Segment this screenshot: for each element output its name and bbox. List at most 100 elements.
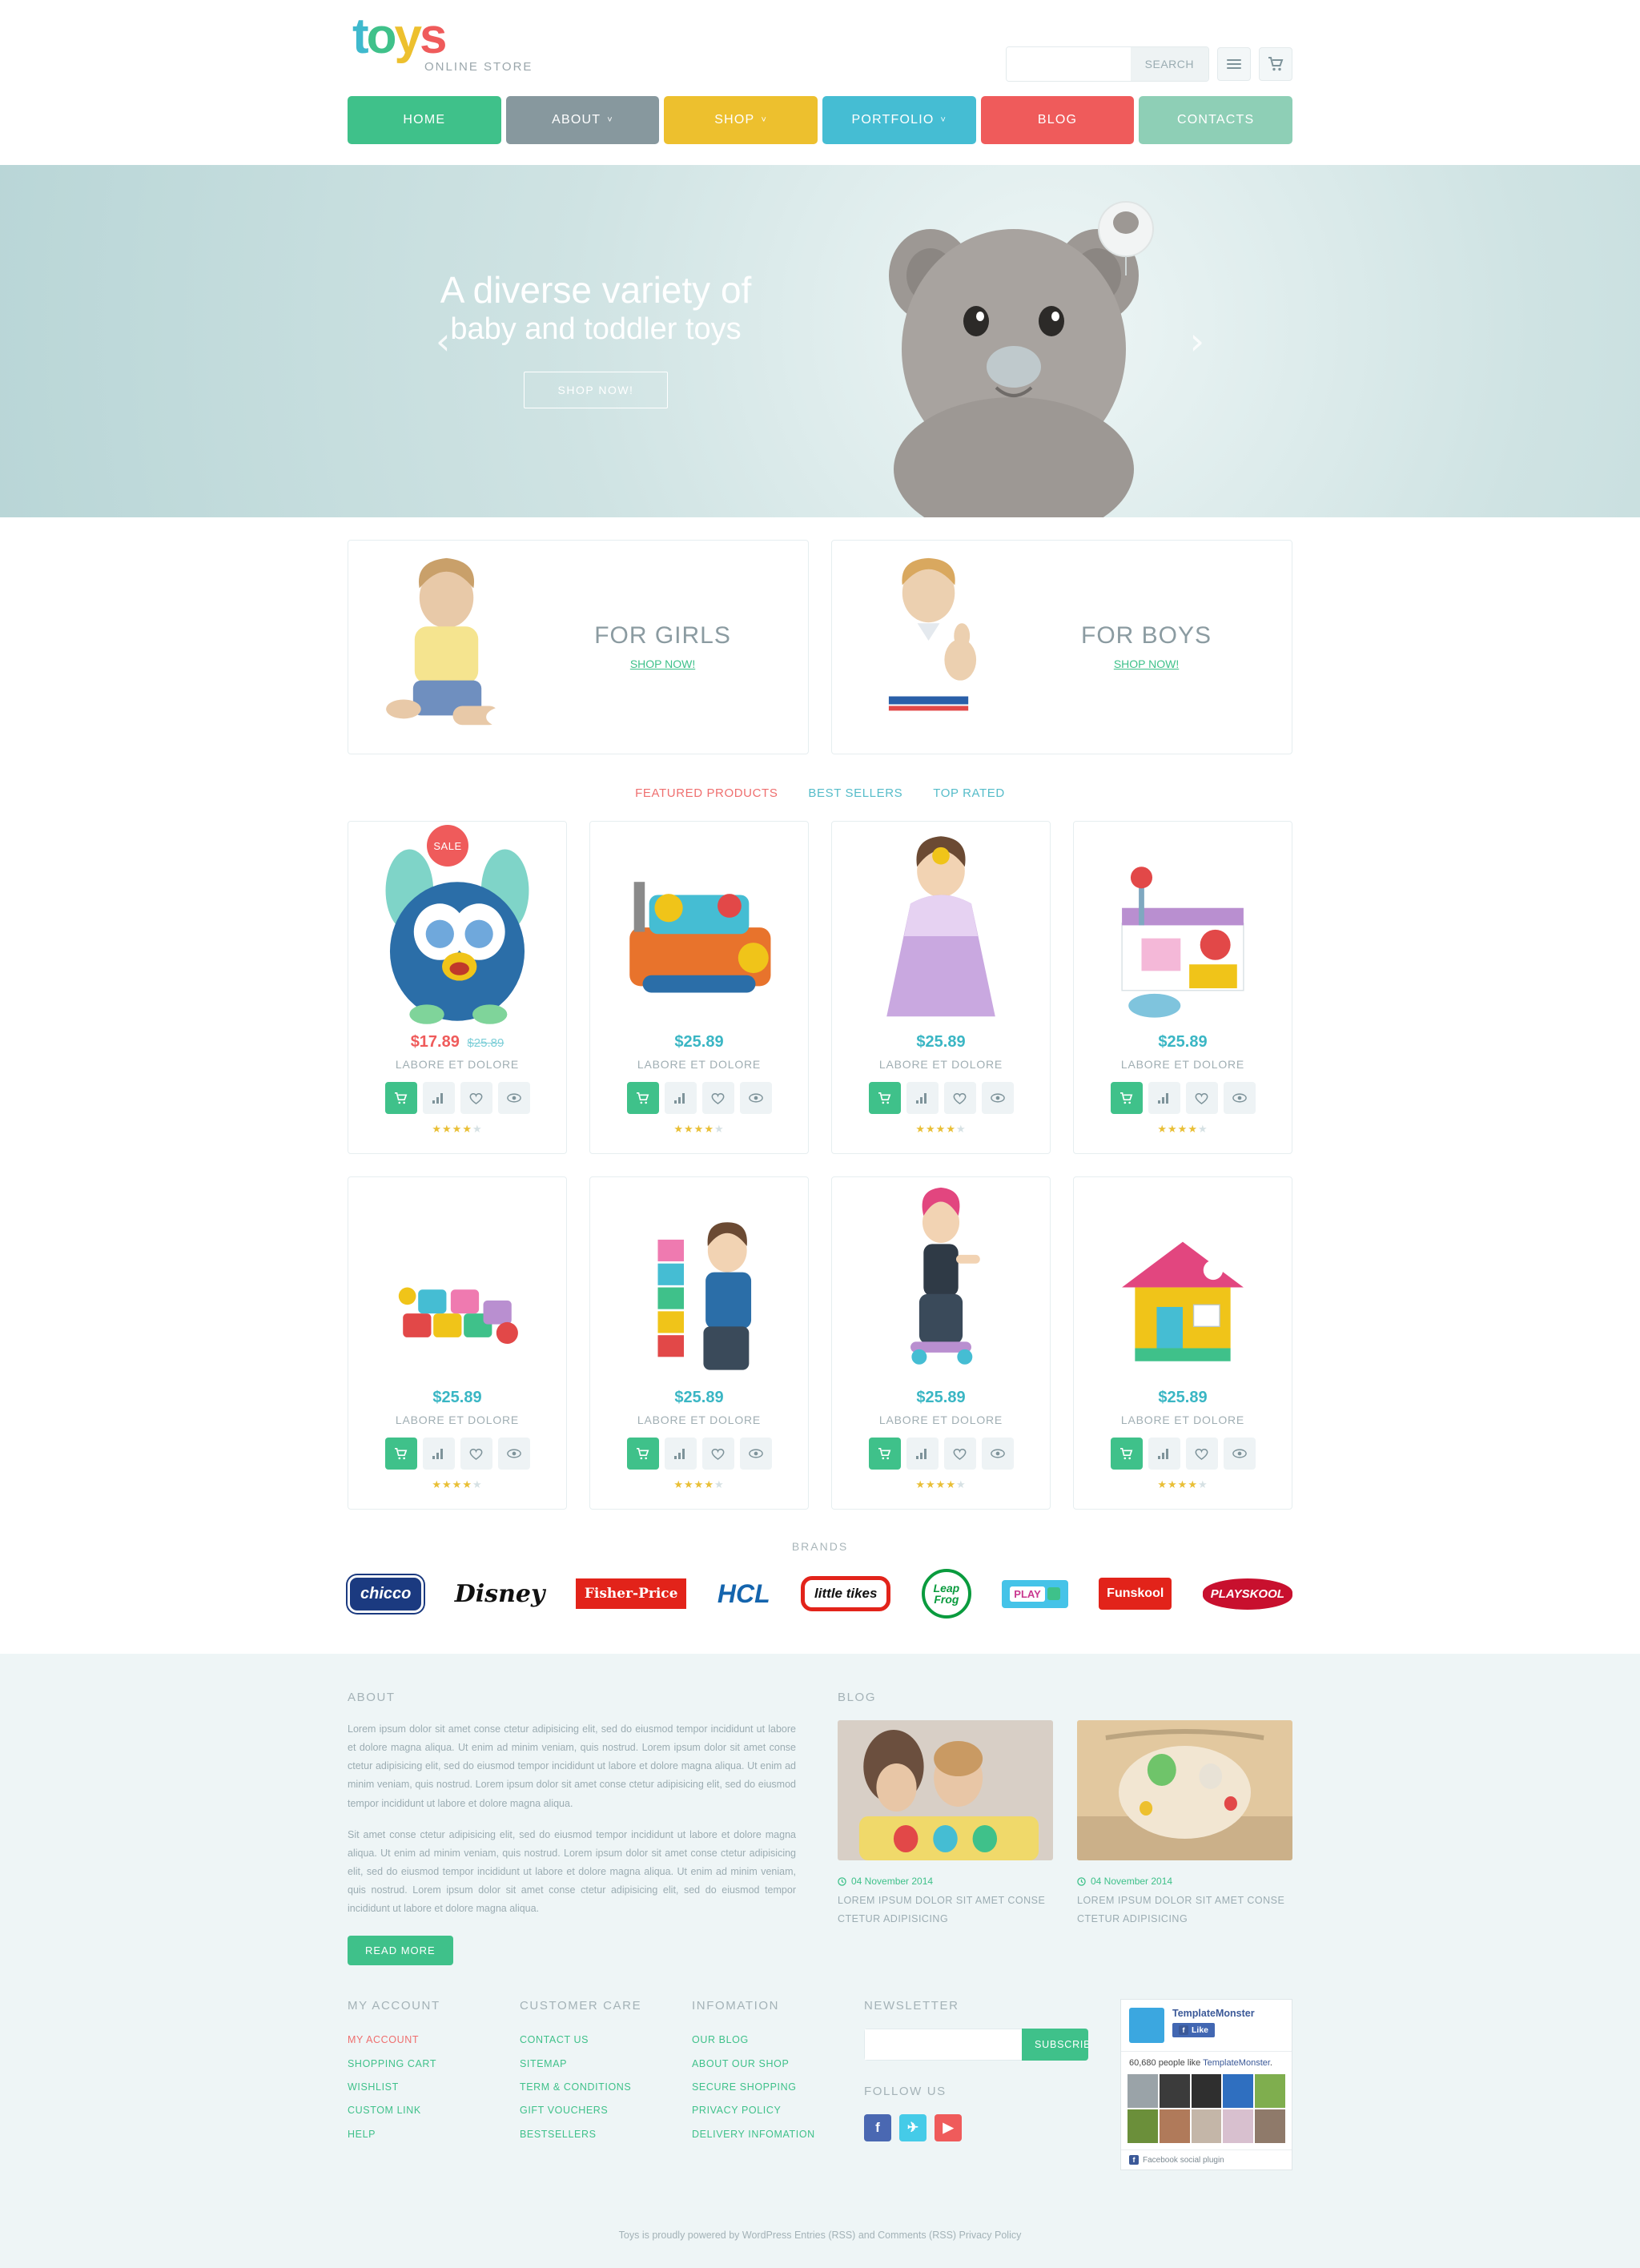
product-image[interactable] — [1085, 1192, 1280, 1384]
footer-link[interactable]: SITEMAP — [520, 2053, 660, 2076]
twitter-icon[interactable]: ✈ — [899, 2114, 927, 2142]
facebook-icon[interactable]: f — [864, 2114, 891, 2142]
compare-icon[interactable] — [664, 1438, 697, 1470]
product-name[interactable]: LABORE ET DOLORE — [843, 1413, 1039, 1426]
product-name[interactable]: LABORE ET DOLORE — [601, 1058, 797, 1071]
brand-hcl[interactable]: HCL — [718, 1570, 770, 1617]
read-more-button[interactable]: READ MORE — [348, 1936, 453, 1966]
product-name[interactable]: LABORE ET DOLORE — [1085, 1058, 1280, 1071]
category-banner-girls[interactable]: FOR GIRLS SHOP NOW! — [348, 540, 809, 754]
product-name[interactable]: LABORE ET DOLORE — [360, 1058, 555, 1071]
facebook-friend-thumbnail[interactable] — [1255, 2074, 1285, 2109]
footer-link[interactable]: BESTSELLERS — [520, 2123, 660, 2146]
product-image[interactable] — [360, 1192, 555, 1384]
eye-icon[interactable] — [981, 1438, 1014, 1470]
nav-item-blog[interactable]: BLOG — [980, 96, 1135, 144]
blog-post[interactable]: 04 November 2014 LOREM IPSUM DOLOR SIT A… — [1077, 1720, 1292, 1928]
facebook-friend-thumbnail[interactable] — [1191, 2109, 1222, 2144]
brand-playskool[interactable]: PLAYSKOOL — [1202, 1570, 1292, 1617]
newsletter-email-input[interactable] — [864, 2029, 1022, 2061]
eye-icon[interactable] — [981, 1082, 1014, 1114]
add-to-cart-button[interactable] — [626, 1082, 659, 1114]
footer-link[interactable]: CUSTOM LINK — [348, 2099, 488, 2122]
compare-icon[interactable] — [1148, 1438, 1180, 1470]
brand-leap-frog[interactable]: Leap Frog — [921, 1569, 971, 1619]
product-card[interactable]: $25.89 LABORE ET DOLORE ★★★★★ — [831, 1176, 1051, 1510]
tab-featured-products[interactable]: FEATURED PRODUCTS — [635, 786, 778, 800]
hamburger-icon[interactable] — [1217, 47, 1251, 81]
footer-link[interactable]: WISHLIST — [348, 2076, 488, 2099]
product-image[interactable] — [360, 836, 555, 1028]
product-card[interactable]: $25.89 LABORE ET DOLORE ★★★★★ — [831, 821, 1051, 1154]
footer-link[interactable]: MY ACCOUNT — [348, 2029, 488, 2052]
product-card[interactable]: $25.89 LABORE ET DOLORE ★★★★★ — [1073, 1176, 1292, 1510]
facebook-friend-thumbnail[interactable] — [1255, 2109, 1285, 2144]
nav-item-home[interactable]: HOME — [348, 96, 501, 144]
facebook-page-name[interactable]: TemplateMonster — [1172, 2008, 1255, 2019]
footer-link[interactable]: GIFT VOUCHERS — [520, 2099, 660, 2122]
cart-icon[interactable] — [1259, 47, 1292, 81]
compare-icon[interactable] — [422, 1438, 455, 1470]
add-to-cart-button[interactable] — [626, 1438, 659, 1470]
heart-icon[interactable] — [943, 1082, 976, 1114]
product-name[interactable]: LABORE ET DOLORE — [360, 1413, 555, 1426]
add-to-cart-button[interactable] — [1110, 1082, 1143, 1114]
blog-post[interactable]: 04 November 2014 LOREM IPSUM DOLOR SIT A… — [838, 1720, 1053, 1928]
eye-icon[interactable] — [1223, 1082, 1256, 1114]
eye-icon[interactable] — [739, 1438, 772, 1470]
compare-icon[interactable] — [664, 1082, 697, 1114]
add-to-cart-button[interactable] — [384, 1438, 417, 1470]
product-name[interactable]: LABORE ET DOLORE — [601, 1413, 797, 1426]
footer-link[interactable]: OUR BLOG — [692, 2029, 832, 2052]
category-shop-now-link[interactable]: SHOP NOW! — [630, 657, 695, 670]
youtube-icon[interactable]: ▶ — [935, 2114, 962, 2142]
footer-link[interactable]: HELP — [348, 2123, 488, 2146]
eye-icon[interactable] — [739, 1082, 772, 1114]
eye-icon[interactable] — [497, 1438, 530, 1470]
product-card[interactable]: $25.89 LABORE ET DOLORE ★★★★★ — [589, 1176, 809, 1510]
nav-item-contacts[interactable]: CONTACTS — [1139, 96, 1293, 144]
add-to-cart-button[interactable] — [868, 1082, 901, 1114]
heart-icon[interactable] — [1185, 1082, 1218, 1114]
facebook-friend-thumbnail[interactable] — [1223, 2109, 1254, 2144]
facebook-friend-thumbnail[interactable] — [1128, 2074, 1158, 2109]
footer-link[interactable]: PRIVACY POLICY — [692, 2099, 832, 2122]
brand-chicco[interactable]: chicco — [348, 1570, 424, 1617]
product-image[interactable] — [601, 836, 797, 1028]
category-banner-boys[interactable]: FOR BOYS SHOP NOW! — [831, 540, 1292, 754]
brand-fisher-price[interactable]: Fisher-Price — [575, 1570, 687, 1617]
product-image[interactable] — [843, 836, 1039, 1028]
compare-icon[interactable] — [906, 1082, 939, 1114]
product-image[interactable] — [601, 1192, 797, 1384]
product-card[interactable]: $25.89 LABORE ET DOLORE ★★★★★ — [589, 821, 809, 1154]
heart-icon[interactable] — [943, 1438, 976, 1470]
facebook-friend-thumbnail[interactable] — [1128, 2109, 1158, 2144]
brand-disney[interactable]: Disney — [455, 1570, 545, 1617]
facebook-page-link[interactable]: TemplateMonster — [1203, 2058, 1270, 2068]
footer-link[interactable]: CONTACT US — [520, 2029, 660, 2052]
facebook-friend-thumbnail[interactable] — [1191, 2074, 1222, 2109]
product-name[interactable]: LABORE ET DOLORE — [843, 1058, 1039, 1071]
tab-top-rated[interactable]: TOP RATED — [933, 786, 1005, 800]
product-card[interactable]: $25.89 LABORE ET DOLORE ★★★★★ — [1073, 821, 1292, 1154]
compare-icon[interactable] — [422, 1082, 455, 1114]
heart-icon[interactable] — [1185, 1438, 1218, 1470]
eye-icon[interactable] — [497, 1082, 530, 1114]
compare-icon[interactable] — [906, 1438, 939, 1470]
footer-link[interactable]: TERM & CONDITIONS — [520, 2076, 660, 2099]
blog-post-title[interactable]: LOREM IPSUM DOLOR SIT AMET CONSE CTETUR … — [1077, 1892, 1292, 1928]
chevron-right-icon[interactable]: › — [1190, 320, 1204, 363]
product-name[interactable]: LABORE ET DOLORE — [1085, 1413, 1280, 1426]
footer-link[interactable]: SHOPPING CART — [348, 2053, 488, 2076]
nav-item-shop[interactable]: SHOP ˅ — [664, 96, 818, 144]
product-card[interactable]: SALE $17.89 $25.89 LABORE ET DOLORE ★★★★★ — [348, 821, 567, 1154]
footer-link[interactable]: DELIVERY INFOMATION — [692, 2123, 832, 2146]
product-image[interactable] — [843, 1188, 1039, 1384]
search-button[interactable]: SEARCH — [1130, 47, 1208, 81]
facebook-friend-thumbnail[interactable] — [1223, 2074, 1254, 2109]
subscribe-button[interactable]: SUBSCRIBE — [1022, 2029, 1088, 2061]
site-logo[interactable]: toys ONLINE STORE — [348, 12, 533, 74]
heart-icon[interactable] — [460, 1082, 492, 1114]
footer-link[interactable]: SECURE SHOPPING — [692, 2076, 832, 2099]
brand-play[interactable]: PLAY — [1002, 1570, 1068, 1617]
